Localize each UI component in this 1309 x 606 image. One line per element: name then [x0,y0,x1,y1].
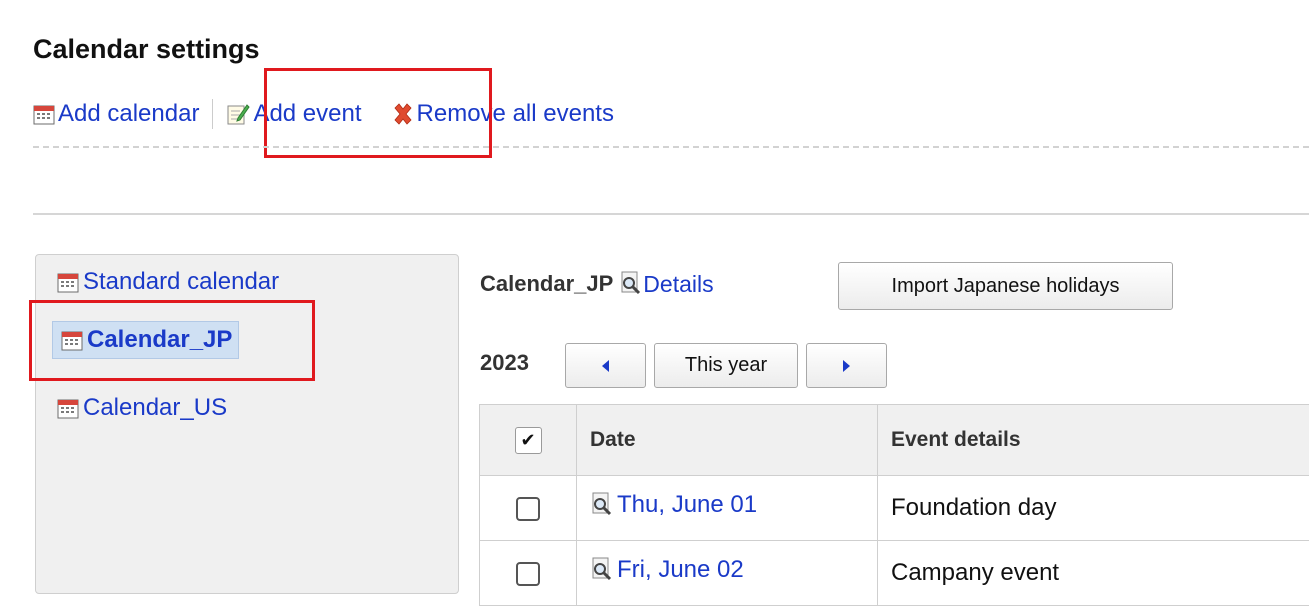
next-year-button[interactable] [806,343,887,388]
event-date-label: Thu, June 01 [617,491,757,519]
calendar-icon [33,103,55,125]
calendar-jp-highlight [29,300,315,381]
event-date-label: Fri, June 02 [617,556,744,584]
event-details-cell: Campany event [878,541,1309,606]
import-holidays-button[interactable]: Import Japanese holidays [838,262,1173,310]
magnifier-document-icon [590,492,614,518]
event-details-cell: Foundation day [878,476,1309,541]
magnifier-document-icon [619,271,643,297]
table-header-row: ✔ Date Event details [480,405,1309,476]
sidebar-item-calendar-us[interactable]: Calendar_US [57,394,227,422]
calendar-name: Calendar_JP [480,271,613,297]
edit-note-icon [226,102,250,126]
action-divider [212,99,213,129]
check-all-button[interactable]: ✔ [515,427,542,454]
details-link[interactable]: Details [619,271,713,298]
calendar-header: Calendar_JP Details [480,266,714,302]
event-date-link[interactable]: Thu, June 01 [590,491,757,519]
sidebar-item-label: Calendar_US [83,394,227,422]
section-divider [33,213,1309,215]
page-title: Calendar settings [33,34,260,65]
check-all-column-header: ✔ [480,405,577,476]
this-year-button[interactable]: This year [654,343,798,388]
previous-year-button[interactable] [565,343,646,388]
add-event-highlight [264,68,492,158]
add-calendar-link[interactable]: Add calendar [33,100,199,128]
left-arrow-icon [602,360,609,372]
magnifier-document-icon [590,557,614,583]
import-holidays-label: Import Japanese holidays [892,275,1120,298]
sidebar-item-label: Standard calendar [83,268,279,296]
details-label: Details [643,271,713,298]
year-label: 2023 [480,350,529,376]
row-checkbox-cell [480,541,577,606]
right-arrow-icon [843,360,850,372]
sidebar-item-standard-calendar[interactable]: Standard calendar [57,268,279,296]
date-column-header: Date [577,405,878,476]
event-details-column-header: Event details [878,405,1309,476]
calendar-icon [57,397,79,419]
dashed-divider [33,146,1309,148]
table-row: Thu, June 01 Foundation day [480,476,1309,541]
calendar-icon [57,271,79,293]
date-cell: Fri, June 02 [577,541,878,606]
date-cell: Thu, June 01 [577,476,878,541]
this-year-label: This year [685,354,767,377]
table-row: Fri, June 02 Campany event [480,541,1309,606]
add-calendar-label: Add calendar [58,100,199,128]
row-checkbox-cell [480,476,577,541]
event-date-link[interactable]: Fri, June 02 [590,556,744,584]
row-checkbox[interactable] [516,497,540,521]
events-table: ✔ Date Event details Th [479,404,1309,606]
